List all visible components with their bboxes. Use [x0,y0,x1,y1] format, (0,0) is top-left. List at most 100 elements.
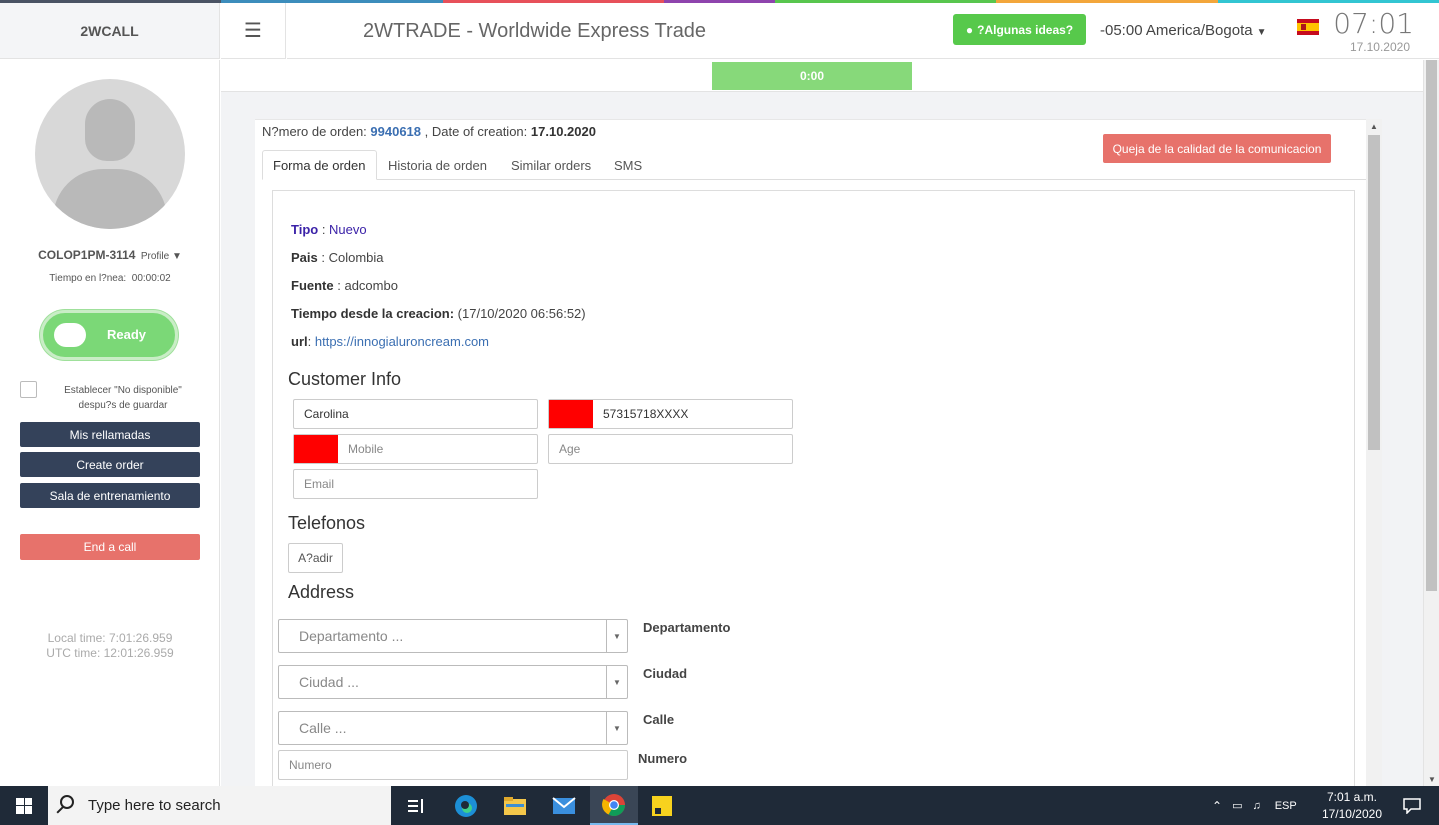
online-value: 00:00:02 [131,273,171,284]
panel-scrollbar[interactable]: ▲ [1366,119,1382,786]
taskbar-clock[interactable]: 7:01 a.m. 17/10/2020 [1322,789,1382,823]
topbar: 2WTRADE - Worldwide Express Trade ● ?Alg… [287,3,1439,59]
notifications-icon[interactable] [1388,786,1436,825]
chevron-up-icon[interactable]: ⌃ [1212,799,1222,813]
start-button[interactable] [0,786,48,825]
my-callbacks-button[interactable]: Mis rellamadas [20,422,200,447]
order-number-label: N?mero de orden: [262,124,367,139]
pais-value: Colombia [328,250,384,265]
creation-label: , Date of creation: [424,124,528,139]
mail-icon[interactable] [540,786,588,825]
email-input[interactable]: Email [293,469,538,499]
search-placeholder: Type here to search [88,797,221,814]
url-link[interactable]: https://innogialuroncream.com [315,334,489,349]
numero-label: Numero [638,751,688,766]
utc-time: UTC time: 12:01:26.959 [46,646,174,660]
avatar [35,79,185,229]
calle-label: Calle [643,712,675,727]
training-room-button[interactable]: Sala de entrenamiento [20,483,200,508]
ideas-button[interactable]: ● ?Algunas ideas? [953,14,1086,45]
url-field: url: https://innogialuroncream.com [291,334,490,349]
name-input[interactable]: Carolina [293,399,538,429]
order-header: N?mero de orden: 9940618 , Date of creat… [262,124,596,139]
tiempo-value: (17/10/2020 06:56:52) [457,306,586,321]
chevron-down-icon[interactable]: ▼ [606,712,627,744]
calle-select[interactable]: Calle ... ▼ [278,711,628,745]
spain-flag-icon[interactable] [1297,19,1319,35]
username: COLOP1PM-3114 Profile ▼ [0,248,220,262]
add-phone-button[interactable]: A?adir [288,543,343,573]
departamento-placeholder: Departamento ... [299,628,404,644]
toggle-knob [54,323,86,347]
profile-dropdown[interactable]: Profile ▼ [141,251,182,262]
order-tabs: Forma de orden Historia de orden Similar… [262,150,1366,180]
unavailable-label: Establecer "No disponible" despu?s de gu… [48,383,198,413]
ciudad-select[interactable]: Ciudad ... ▼ [278,665,628,699]
tipo-label: Tipo [291,222,319,237]
hamburger-icon[interactable]: ☰ [221,3,286,59]
numero-input[interactable]: Numero [278,750,628,780]
age-input[interactable]: Age [548,434,793,464]
address-title: Address [288,582,355,602]
page-scroll-thumb[interactable] [1426,60,1437,591]
sidebar: COLOP1PM-3114 Profile ▼ Tiempo en l?nea:… [0,60,220,786]
unavailable-line1: Establecer "No disponible" [64,385,182,396]
tab-order-form[interactable]: Forma de orden [262,150,377,180]
tab-similar-orders[interactable]: Similar orders [501,150,601,180]
taskbar-date: 17/10/2020 [1321,807,1382,821]
ready-toggle[interactable]: Ready [40,310,178,360]
chrome-icon[interactable] [590,786,638,825]
fuente-value: adcombo [344,278,398,293]
tab-order-history[interactable]: Historia de orden [378,150,497,180]
tab-sms[interactable]: SMS [604,150,652,180]
system-tray: ⌃ ▭ ♫ ESP [1212,786,1297,825]
sticky-notes-icon[interactable] [638,786,686,825]
unavailable-line2: despu?s de guardar [78,400,168,411]
windows-icon [16,797,32,814]
call-timer: 0:00 [712,62,912,90]
profile-label: Profile [140,251,170,262]
order-form: Tipo : Nuevo Pais : Colombia Fuente : ad… [272,190,1355,786]
taskbar-search[interactable]: Type here to search [48,786,391,825]
tipo-field: Tipo : Nuevo [291,222,367,237]
online-label: Tiempo en l?nea: [49,273,127,284]
header-clock: 07:01 [1333,7,1414,40]
page-scrollbar[interactable]: ▼ [1423,60,1439,786]
departamento-select[interactable]: Departamento ... ▼ [278,619,628,653]
task-view-icon[interactable] [392,786,440,825]
pais-label: Pais [291,250,318,265]
unavailable-checkbox[interactable] [20,381,37,398]
country-flag-box[interactable] [549,400,593,428]
mobile-input[interactable]: Mobile [293,434,538,464]
chevron-down-icon[interactable]: ▼ [606,620,627,652]
brand-logo[interactable]: 2WCALL [0,3,220,59]
timezone-dropdown[interactable]: -05:00 America/Bogota ▼ [1100,22,1267,39]
chevron-down-icon[interactable]: ▼ [606,666,627,698]
app-title: 2WTRADE - Worldwide Express Trade [363,20,707,42]
ciudad-placeholder: Ciudad ... [299,674,359,690]
url-label: url [291,334,308,349]
edge-icon[interactable] [442,786,490,825]
language-indicator[interactable]: ESP [1275,800,1297,812]
create-order-button[interactable]: Create order [20,452,200,477]
scroll-down-icon[interactable]: ▼ [1428,775,1436,784]
country-flag-box[interactable] [294,435,338,463]
calle-placeholder: Calle ... [299,720,347,736]
departamento-label: Departamento [643,620,731,635]
scroll-up-icon[interactable]: ▲ [1370,122,1378,131]
windows-taskbar: Type here to search ⌃ ▭ ♫ ESP 7:01 a.m. … [0,786,1439,825]
network-icon[interactable]: ▭ [1232,799,1242,812]
phones-title: Telefonos [288,513,366,533]
fuente-field: Fuente : adcombo [291,278,398,293]
end-call-button[interactable]: End a call [20,534,200,560]
timezone-label: -05:00 America/Bogota [1100,22,1253,39]
customer-info-title: Customer Info [288,369,402,389]
header-date: 17.10.2020 [1349,40,1410,54]
volume-icon[interactable]: ♫ [1252,800,1260,812]
phone-input[interactable]: 57315718XXXX [548,399,793,429]
tiempo-field: Tiempo desde la creacion: (17/10/2020 06… [291,306,586,321]
panel-scroll-thumb[interactable] [1368,135,1380,450]
tipo-value: Nuevo [329,222,367,237]
file-explorer-icon[interactable] [491,786,539,825]
ideas-button-label: ?Algunas ideas? [977,22,1074,37]
